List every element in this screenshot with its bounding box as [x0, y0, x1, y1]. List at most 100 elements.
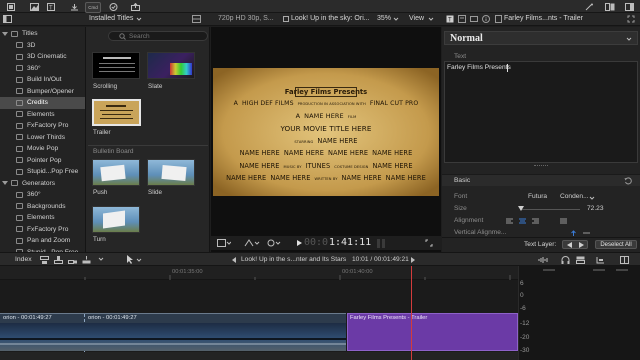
overwrite-clip-icon[interactable]	[82, 256, 91, 264]
font-value[interactable]: Futura	[528, 193, 547, 200]
browser-title[interactable]: Installed Titles	[89, 15, 133, 22]
font-style-value[interactable]: Conden...	[560, 193, 589, 200]
slate-thumbnail[interactable]	[147, 52, 195, 79]
sidebar-item[interactable]: Bumper/Opener	[0, 86, 85, 98]
view-chevron-icon[interactable]	[428, 16, 434, 22]
chevron-down-icon[interactable]	[136, 16, 142, 22]
back-arrow-icon[interactable]	[232, 257, 237, 263]
keyword-button[interactable]: Cmd	[85, 2, 101, 13]
trailer-thumbnail[interactable]	[92, 99, 141, 126]
text-inspector-icon[interactable]: T	[446, 15, 454, 23]
tool-chevron-icon[interactable]	[136, 257, 142, 263]
sidebar-toggle-icon[interactable]	[3, 15, 12, 23]
sidebar-item[interactable]: Elements	[0, 109, 85, 121]
fullscreen-icon[interactable]	[627, 15, 635, 23]
viewer-options-icon[interactable]	[217, 239, 231, 247]
vertical-top-icon[interactable]	[570, 230, 577, 236]
align-left-icon[interactable]	[506, 218, 513, 224]
library-icon[interactable]	[6, 2, 15, 11]
title-clip-trailer[interactable]: Farley Films Presents - Trailer	[347, 313, 518, 351]
sidebar-item[interactable]: Pan and Zoom	[0, 235, 85, 247]
titles-icon[interactable]: T	[47, 2, 55, 11]
zoom-level[interactable]: 35%	[377, 15, 391, 22]
sidebar-item[interactable]: Lower Thirds	[0, 132, 85, 144]
transform-icon[interactable]	[244, 239, 260, 247]
text-field[interactable]: Farley Films Presents	[444, 61, 638, 163]
search-input[interactable]: Search	[108, 31, 208, 41]
browser-view-icon[interactable]	[192, 15, 201, 23]
photos-icon[interactable]	[29, 2, 39, 11]
sidebar-item[interactable]: Titles	[0, 28, 85, 40]
sidebar-item[interactable]: 3D	[0, 40, 85, 52]
justify-icon[interactable]	[560, 218, 567, 224]
timeline-index-icon[interactable]	[620, 256, 629, 264]
title-inspector-icon[interactable]	[458, 15, 466, 23]
turn-thumbnail[interactable]	[92, 206, 140, 233]
append-clip-icon[interactable]	[68, 256, 77, 264]
index-button[interactable]: Index	[15, 256, 32, 263]
resize-handle[interactable]	[534, 165, 548, 167]
share-icon[interactable]	[130, 2, 140, 11]
download-icon[interactable]	[69, 2, 80, 11]
snapping-icon[interactable]	[596, 256, 605, 264]
forward-arrow-icon[interactable]	[410, 257, 415, 263]
timecode-display[interactable]: 1:41:11	[329, 237, 371, 248]
select-tool-icon[interactable]	[126, 255, 134, 264]
sidebar-item[interactable]: 360°	[0, 63, 85, 75]
basic-section-header[interactable]: Basic	[442, 174, 640, 186]
transitions-icon[interactable]	[604, 2, 615, 11]
effects-icon[interactable]	[584, 2, 594, 11]
vertical-middle-icon[interactable]	[583, 230, 590, 236]
video-clip-orion[interactable]: orion - 00:01:49:27 orion - 00:01:49:27	[0, 313, 346, 352]
align-center-icon[interactable]	[519, 218, 526, 224]
edit-options-chevron-icon[interactable]	[98, 256, 104, 262]
sidebar-item[interactable]: FxFactory Pro	[0, 224, 85, 236]
next-layer-icon[interactable]	[578, 242, 585, 248]
inspector-toggle-icon[interactable]	[624, 2, 634, 11]
connect-clip-icon[interactable]	[40, 256, 49, 264]
push-thumbnail[interactable]	[92, 159, 140, 186]
zoom-chevron-icon[interactable]	[393, 16, 399, 22]
size-slider-track[interactable]	[520, 209, 580, 210]
disclosure-triangle-icon[interactable]	[2, 181, 8, 186]
effects-menu-icon[interactable]	[267, 239, 281, 247]
clip-appearance-icon[interactable]	[576, 256, 585, 264]
play-icon[interactable]	[296, 239, 303, 247]
slide-thumbnail[interactable]	[147, 159, 195, 186]
fullscreen-viewer-icon[interactable]	[425, 239, 433, 247]
size-slider-knob[interactable]	[518, 206, 524, 211]
deselect-all-button[interactable]: Deselect All	[595, 240, 637, 249]
sidebar-item[interactable]: 360°	[0, 189, 85, 201]
audio-skimming-icon[interactable]	[537, 256, 549, 264]
info-inspector-icon[interactable]	[482, 15, 490, 23]
align-right-icon[interactable]	[532, 218, 539, 224]
sidebar-item[interactable]: 3D Cinematic	[0, 51, 85, 63]
sidebar-item[interactable]: Generators	[0, 178, 85, 190]
sidebar-item[interactable]: Backgrounds	[0, 201, 85, 213]
meter-cap	[616, 269, 628, 271]
size-value[interactable]: 72.23	[587, 205, 604, 212]
checkmark-icon[interactable]	[108, 2, 118, 11]
insert-clip-icon[interactable]	[54, 256, 63, 264]
text-layer-stepper[interactable]	[562, 240, 588, 249]
sidebar-item[interactable]: Elements	[0, 212, 85, 224]
font-style-chevron-icon[interactable]	[589, 195, 595, 201]
headphones-icon[interactable]	[561, 256, 570, 264]
sidebar-item[interactable]: FxFactory Pro	[0, 120, 85, 132]
timeline-ruler[interactable]: 00:01:35:00 00:01:40:00	[0, 266, 518, 280]
playhead[interactable]	[411, 266, 412, 360]
reset-icon[interactable]	[624, 177, 632, 185]
sidebar-item[interactable]: Credits	[0, 97, 85, 109]
style-preset-menu[interactable]: Normal	[444, 31, 638, 45]
scrolling-thumbnail[interactable]	[92, 52, 140, 79]
viewer-frame[interactable]: Farley Films Presents A HIGH DEF FILMS PRO…	[213, 68, 439, 196]
sidebar-item[interactable]: Movie Pop	[0, 143, 85, 155]
sidebar-item[interactable]: Build In/Out	[0, 74, 85, 86]
previous-layer-icon[interactable]	[566, 242, 573, 248]
disclosure-triangle-icon[interactable]	[2, 31, 8, 36]
sidebar-item[interactable]: Stupid...Pop Free	[0, 166, 85, 178]
format-label[interactable]: 720p HD 30p, S...	[218, 15, 274, 22]
view-menu[interactable]: View	[409, 15, 424, 22]
sidebar-item[interactable]: Pointer Pop	[0, 155, 85, 167]
video-inspector-icon[interactable]	[470, 15, 478, 23]
